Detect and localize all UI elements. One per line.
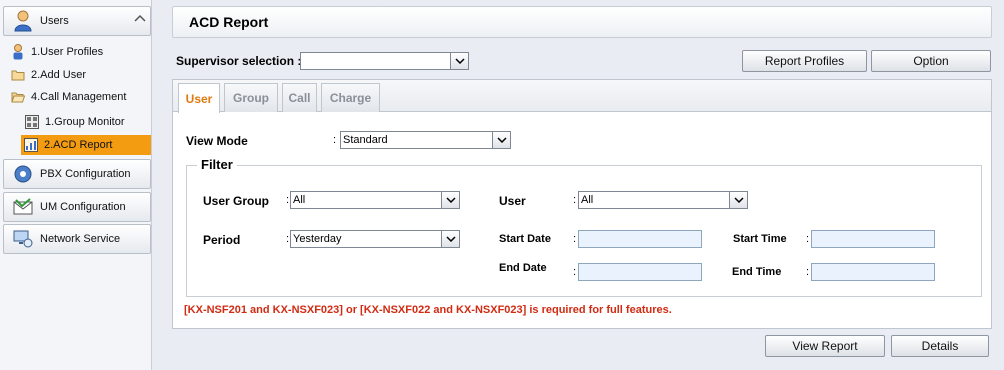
start-time-label: Start Time bbox=[733, 233, 787, 245]
tab-strip: User Group Call Charge bbox=[173, 80, 991, 113]
start-date-input[interactable] bbox=[578, 230, 702, 248]
details-button[interactable]: Details bbox=[891, 335, 989, 357]
folder-open-icon bbox=[10, 89, 26, 105]
tab-user[interactable]: User bbox=[178, 83, 220, 113]
view-mode-label: View Mode bbox=[186, 134, 248, 148]
um-icon bbox=[12, 196, 34, 218]
end-time-input[interactable] bbox=[811, 263, 935, 281]
user-value: All bbox=[581, 194, 594, 206]
sidebar-item-label: 2.ACD Report bbox=[44, 139, 113, 151]
view-mode-value: Standard bbox=[343, 134, 388, 146]
tab-group[interactable]: Group bbox=[224, 83, 278, 112]
sidebar-item-label: 1.Group Monitor bbox=[45, 116, 125, 128]
period-label: Period bbox=[203, 233, 241, 247]
colon: : bbox=[573, 194, 577, 206]
chevron-down-icon[interactable] bbox=[441, 231, 459, 247]
section-um-configuration[interactable]: UM Configuration bbox=[3, 192, 151, 222]
section-pbx-configuration[interactable]: PBX Configuration bbox=[3, 159, 151, 189]
license-warning: [KX-NSF201 and KX-NSXF023] or [KX-NSXF02… bbox=[184, 304, 672, 316]
tab-charge[interactable]: Charge bbox=[321, 83, 380, 112]
period-value: Yesterday bbox=[293, 233, 342, 245]
page-title: ACD Report bbox=[172, 6, 992, 38]
grid-icon bbox=[24, 114, 40, 130]
sidebar: Users 1.User Profiles 2.Add User 4.Call … bbox=[0, 0, 152, 370]
sidebar-item-label: 4.Call Management bbox=[31, 91, 127, 103]
main-content: ACD Report Supervisor selection : Report… bbox=[172, 6, 992, 366]
section-label: UM Configuration bbox=[40, 201, 126, 213]
end-time-label: End Time bbox=[732, 266, 782, 278]
user-group-value: All bbox=[293, 194, 306, 206]
section-label: Network Service bbox=[40, 233, 121, 245]
option-button[interactable]: Option bbox=[871, 50, 991, 72]
chevron-down-icon[interactable] bbox=[729, 192, 747, 208]
colon: : bbox=[573, 266, 577, 278]
view-mode-select[interactable]: Standard bbox=[340, 131, 511, 149]
supervisor-select[interactable] bbox=[300, 52, 469, 70]
chevron-up-icon[interactable] bbox=[134, 13, 146, 26]
section-network-service[interactable]: Network Service bbox=[3, 224, 151, 254]
report-panel: User Group Call Charge View Mode : Stand… bbox=[172, 79, 992, 329]
supervisor-selection-label: Supervisor selection : bbox=[176, 54, 302, 68]
start-date-label: Start Date bbox=[499, 233, 551, 245]
colon: : bbox=[333, 134, 337, 146]
chevron-down-icon[interactable] bbox=[450, 53, 468, 69]
user-label: User bbox=[499, 194, 526, 208]
colon: : bbox=[286, 233, 290, 245]
sidebar-item-acd-report[interactable]: 2.ACD Report bbox=[21, 135, 151, 155]
user-profile-icon bbox=[10, 44, 26, 60]
section-users-label: Users bbox=[40, 15, 69, 27]
start-time-input[interactable] bbox=[811, 230, 935, 248]
chevron-down-icon[interactable] bbox=[441, 192, 459, 208]
filter-title: Filter bbox=[197, 157, 237, 172]
sidebar-item-call-management[interactable]: 4.Call Management bbox=[10, 87, 126, 107]
filter-group: Filter User Group : All User : All Perio… bbox=[186, 157, 982, 297]
user-group-select[interactable]: All bbox=[290, 191, 460, 209]
user-group-icon bbox=[12, 10, 34, 32]
pbx-icon bbox=[12, 163, 34, 185]
user-group-label: User Group bbox=[203, 194, 270, 208]
section-label: PBX Configuration bbox=[40, 168, 131, 180]
chevron-down-icon[interactable] bbox=[492, 132, 510, 148]
colon: : bbox=[806, 233, 810, 245]
sidebar-item-label: 2.Add User bbox=[31, 69, 87, 81]
folder-icon bbox=[10, 67, 26, 83]
network-icon bbox=[12, 228, 34, 250]
user-select[interactable]: All bbox=[578, 191, 748, 209]
sidebar-item-label: 1.User Profiles bbox=[31, 46, 104, 58]
end-date-input[interactable] bbox=[578, 263, 702, 281]
colon: : bbox=[573, 233, 577, 245]
sidebar-item-add-user[interactable]: 2.Add User bbox=[10, 65, 86, 85]
section-users[interactable]: Users bbox=[3, 6, 151, 36]
sidebar-item-group-monitor[interactable]: 1.Group Monitor bbox=[24, 112, 124, 132]
colon: : bbox=[806, 266, 810, 278]
report-icon bbox=[23, 137, 39, 153]
colon: : bbox=[286, 194, 290, 206]
tab-call[interactable]: Call bbox=[282, 83, 317, 112]
view-report-button[interactable]: View Report bbox=[765, 335, 885, 357]
end-date-label: End Date bbox=[499, 262, 547, 274]
period-select[interactable]: Yesterday bbox=[290, 230, 460, 248]
sidebar-item-user-profiles[interactable]: 1.User Profiles bbox=[10, 42, 103, 62]
report-profiles-button[interactable]: Report Profiles bbox=[742, 50, 867, 72]
